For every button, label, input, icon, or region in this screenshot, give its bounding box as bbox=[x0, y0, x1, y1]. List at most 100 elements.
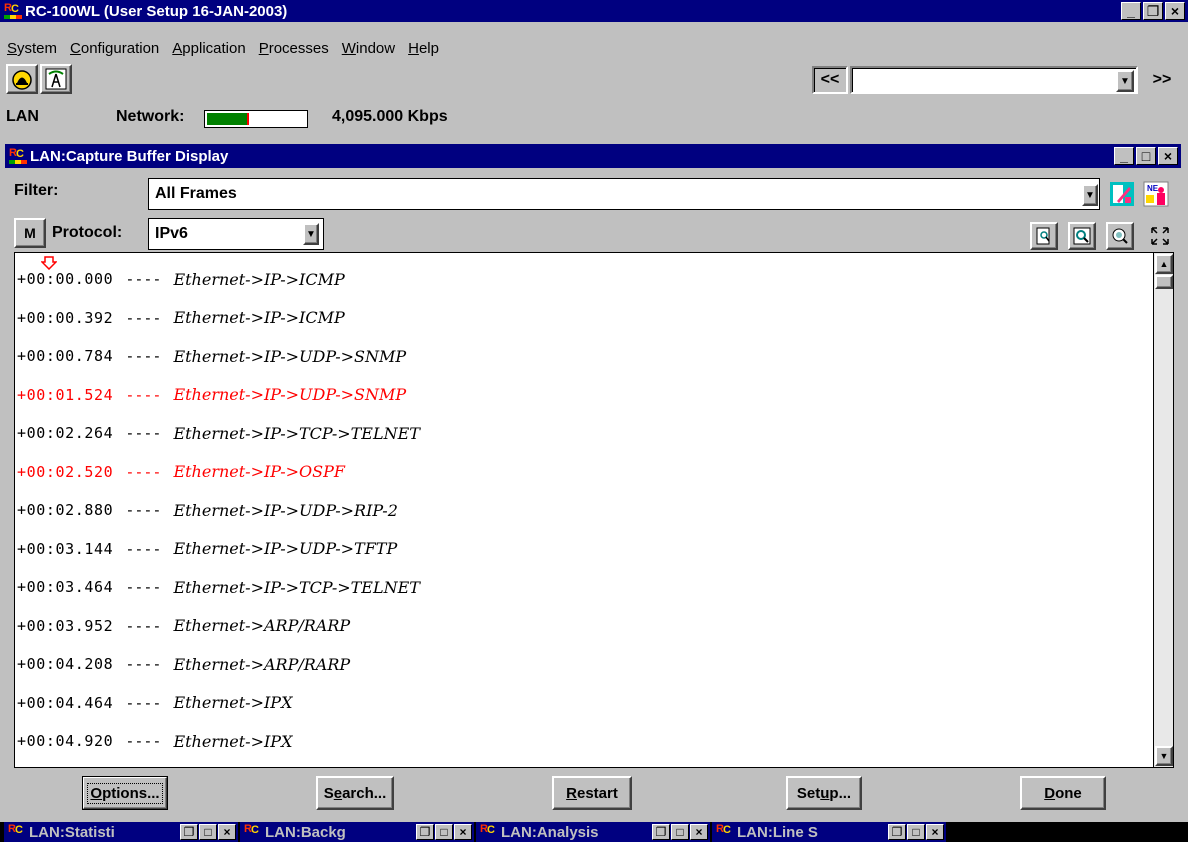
close-icon[interactable]: × bbox=[690, 824, 708, 840]
minimized-window-analysis[interactable]: RC LAN:Analysis ❐ □ × bbox=[476, 822, 710, 842]
maximize-icon[interactable]: □ bbox=[907, 824, 925, 840]
menu-system[interactable]: System bbox=[7, 40, 57, 57]
frame-separator: ---- bbox=[125, 578, 162, 596]
child-maximize-button[interactable]: □ bbox=[1136, 147, 1156, 165]
restore-icon[interactable]: ❐ bbox=[652, 824, 670, 840]
toolbar-combo-dropdown[interactable]: ▼ bbox=[1116, 70, 1134, 92]
rc-app-icon: RC bbox=[480, 823, 495, 836]
close-icon: × bbox=[1163, 148, 1173, 164]
maximize-icon[interactable]: □ bbox=[199, 824, 217, 840]
frame-separator: ---- bbox=[125, 424, 162, 442]
restart-label: Restart bbox=[566, 784, 618, 802]
minimized-window-label: LAN:Backg bbox=[265, 823, 346, 841]
protocol-select[interactable]: IPv6 ▼ bbox=[148, 218, 324, 250]
minimized-window-line-status[interactable]: RC LAN:Line S ❐ □ × bbox=[712, 822, 946, 842]
zoom-out-button[interactable] bbox=[1106, 222, 1134, 250]
frame-row[interactable]: +00:00.392 ---- Ethernet->IP->ICMP bbox=[17, 306, 345, 330]
frame-row[interactable]: +00:00.000 ---- Ethernet->IP->ICMP bbox=[17, 267, 345, 291]
bell-button[interactable] bbox=[6, 64, 38, 94]
next-button[interactable]: >> bbox=[1144, 66, 1180, 94]
restore-icon: ❐ bbox=[1146, 3, 1160, 19]
filter-label: Filter: bbox=[14, 182, 59, 199]
maximize-icon[interactable]: □ bbox=[671, 824, 689, 840]
capture-frame-list[interactable]: +00:00.000 ---- Ethernet->IP->ICMP +00:00.3… bbox=[14, 252, 1154, 768]
search-button[interactable]: Search... bbox=[316, 776, 394, 810]
zoom-in-button[interactable] bbox=[1068, 222, 1096, 250]
menu-configuration[interactable]: Configuration bbox=[70, 40, 159, 57]
capture-window-title: LAN:Capture Buffer Display bbox=[30, 147, 229, 165]
minimized-window-label: LAN:Statisti bbox=[29, 823, 115, 841]
frame-row[interactable]: +00:03.464 ---- Ethernet->IP->TCP->TELNET bbox=[17, 575, 420, 599]
toolbar-combo[interactable]: ▼ bbox=[850, 66, 1138, 94]
frame-separator: ---- bbox=[125, 616, 162, 635]
frame-row[interactable]: +00:03.952 ---- Ethernet->ARP/RARP bbox=[17, 614, 350, 638]
frame-separator: ---- bbox=[125, 539, 162, 558]
frame-row[interactable]: +00:04.464 ---- Ethernet->IPX bbox=[17, 691, 292, 715]
frame-separator: ---- bbox=[125, 732, 162, 750]
maximize-icon[interactable]: □ bbox=[435, 824, 453, 840]
frame-protocol-stack: Ethernet->IP->OSPF bbox=[173, 462, 345, 481]
zoom-detail-button[interactable] bbox=[1030, 222, 1058, 250]
close-icon[interactable]: × bbox=[926, 824, 944, 840]
capture-window-title-bar[interactable]: RC LAN:Capture Buffer Display _ □ × bbox=[5, 144, 1181, 168]
menu-application[interactable]: Application bbox=[172, 40, 245, 57]
filter-dropdown-button[interactable]: ▼ bbox=[1082, 184, 1098, 206]
minimized-window-label: LAN:Analysis bbox=[501, 823, 599, 841]
menu-help[interactable]: Help bbox=[408, 40, 439, 57]
done-button[interactable]: Done bbox=[1020, 776, 1106, 810]
restore-icon[interactable]: ❐ bbox=[180, 824, 198, 840]
minimized-window-background[interactable]: RC LAN:Backg ❐ □ × bbox=[240, 822, 474, 842]
restart-button[interactable]: Restart bbox=[552, 776, 632, 810]
frame-row[interactable]: +00:00.784 ---- Ethernet->IP->UDP->SNMP bbox=[17, 344, 406, 368]
restore-button[interactable]: ❐ bbox=[1143, 2, 1163, 20]
frame-row[interactable]: +00:01.524 ---- Ethernet->IP->UDP->SNMP bbox=[17, 383, 406, 407]
child-minimize-button[interactable]: _ bbox=[1114, 147, 1134, 165]
frame-row[interactable]: +00:02.264 ---- Ethernet->IP->TCP->TELNET bbox=[17, 421, 420, 445]
frame-protocol-stack: Ethernet->IPX bbox=[173, 693, 293, 712]
minimized-window-label: LAN:Line S bbox=[737, 823, 818, 841]
close-icon[interactable]: × bbox=[454, 824, 472, 840]
frame-protocol-stack: Ethernet->IP->UDP->SNMP bbox=[173, 385, 407, 404]
frame-separator: ---- bbox=[125, 462, 162, 481]
protocol-dropdown-button[interactable]: ▼ bbox=[303, 223, 319, 245]
antenna-button[interactable] bbox=[40, 64, 72, 94]
filter-select[interactable]: All Frames bbox=[148, 178, 1100, 210]
m-button[interactable]: M bbox=[14, 218, 46, 248]
minimize-button[interactable]: _ bbox=[1121, 2, 1141, 20]
menu-window[interactable]: Window bbox=[342, 40, 395, 57]
list-vertical-scrollbar[interactable]: ▲ ▼ bbox=[1154, 252, 1174, 768]
chevron-down-icon: ▼ bbox=[1085, 189, 1095, 201]
restore-icon[interactable]: ❐ bbox=[416, 824, 434, 840]
done-label: Done bbox=[1044, 784, 1082, 802]
frame-row[interactable]: +00:02.880 ---- Ethernet->IP->UDP->RIP-2 bbox=[17, 498, 398, 522]
options-button[interactable]: Options... bbox=[82, 776, 168, 810]
main-title-bar[interactable]: RC RC-100WL (User Setup 16-JAN-2003) _ ❐… bbox=[0, 0, 1188, 22]
minimized-window-statistics[interactable]: RC LAN:Statisti ❐ □ × bbox=[4, 822, 238, 842]
frame-timestamp: +00:03.144 bbox=[17, 539, 114, 558]
close-button[interactable]: × bbox=[1165, 2, 1185, 20]
frame-timestamp: +00:02.880 bbox=[17, 501, 114, 519]
scroll-up-button[interactable]: ▲ bbox=[1155, 254, 1173, 274]
frame-row[interactable]: +00:04.208 ---- Ethernet->ARP/RARP bbox=[17, 652, 350, 676]
frame-separator: ---- bbox=[125, 270, 162, 288]
frame-row[interactable]: +00:04.920 ---- Ethernet->IPX bbox=[17, 729, 292, 753]
frame-row[interactable]: +00:03.144 ---- Ethernet->IP->UDP->TFTP bbox=[17, 537, 397, 561]
close-icon[interactable]: × bbox=[218, 824, 236, 840]
setup-button[interactable]: Setup... bbox=[786, 776, 862, 810]
frame-protocol-stack: Ethernet->ARP/RARP bbox=[173, 654, 351, 674]
expand-button[interactable] bbox=[1146, 222, 1174, 250]
frame-row[interactable]: +00:02.520 ---- Ethernet->IP->OSPF bbox=[17, 460, 345, 484]
filter-edit-button[interactable] bbox=[1108, 180, 1136, 208]
child-close-button[interactable]: × bbox=[1158, 147, 1178, 165]
prev-button[interactable]: << bbox=[812, 66, 848, 94]
rc-app-icon: RC bbox=[716, 823, 731, 836]
scroll-thumb[interactable] bbox=[1155, 275, 1173, 289]
page-magnify-icon bbox=[1036, 227, 1050, 245]
new-filter-button[interactable]: NE bbox=[1142, 180, 1170, 208]
restore-icon[interactable]: ❐ bbox=[888, 824, 906, 840]
menu-processes[interactable]: Processes bbox=[259, 40, 329, 57]
network-rate: 4,095.000 Kbps bbox=[332, 108, 448, 125]
scroll-down-button[interactable]: ▼ bbox=[1155, 746, 1173, 766]
frame-separator: ---- bbox=[125, 693, 162, 712]
close-icon: × bbox=[1170, 3, 1180, 19]
